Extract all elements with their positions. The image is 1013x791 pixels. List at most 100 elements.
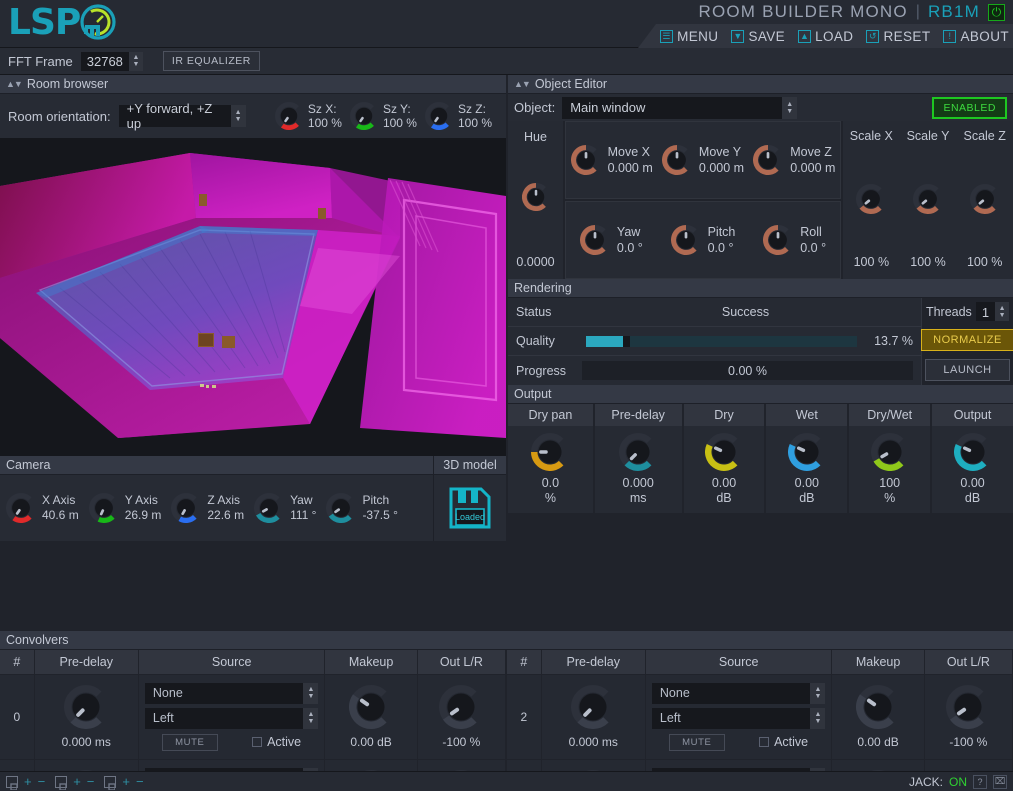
statusbar-remove-button[interactable]: −: [38, 775, 46, 788]
room-size-z: Sz Z:100 %: [425, 102, 498, 130]
fft-frame-stepper[interactable]: 32768 ▲▼: [81, 52, 143, 71]
rotate-pitch-knob[interactable]: [671, 225, 701, 255]
convolver-source-select[interactable]: None▲▼: [145, 683, 319, 704]
rotate-item-value: 0.0 °: [800, 240, 826, 256]
output-cell-pre-delay: Pre-delay 0.000ms: [595, 404, 682, 513]
scale-x-knob[interactable]: [856, 184, 886, 214]
convolver-outlr-value: -100 %: [949, 735, 987, 749]
convolver-source-cell: None▲▼Left▲▼MUTEActive: [645, 674, 832, 759]
model-body[interactable]: Loaded: [434, 475, 506, 541]
main-body: ▲▼ Room browser Room orientation: +Y for…: [0, 75, 1013, 791]
move-move-y-knob[interactable]: [662, 145, 692, 175]
floppy-disk-icon[interactable]: Loaded: [447, 485, 493, 531]
chevron-updown-icon[interactable]: ▲▼: [782, 97, 797, 119]
chevron-updown-icon[interactable]: ▲▼: [303, 708, 318, 729]
menu-item-menu[interactable]: ☰MENU: [660, 29, 718, 44]
convolver-source-value: None: [652, 683, 811, 704]
room-orientation-select[interactable]: +Y forward, +Z up ▲▼: [119, 105, 246, 127]
convolver-channel-select[interactable]: Left▲▼: [652, 708, 826, 729]
object-editor-header[interactable]: ▲▼ Object Editor: [508, 75, 1013, 94]
chevron-updown-icon[interactable]: ▲▼: [231, 105, 246, 127]
convolver-makeup-knob[interactable]: [349, 685, 393, 729]
scale-y-knob[interactable]: [913, 184, 943, 214]
convolver-channel-select[interactable]: Left▲▼: [145, 708, 319, 729]
enabled-toggle-button[interactable]: ENABLED: [932, 97, 1007, 119]
output-dry-pan-knob[interactable]: [531, 433, 569, 471]
output-wet-knob[interactable]: [788, 433, 826, 471]
menu-item-about[interactable]: !ABOUT: [943, 29, 1009, 44]
collapse-handle-icon[interactable]: ▲▼: [6, 80, 22, 89]
statusbar-remove-button[interactable]: −: [87, 775, 95, 788]
convolver-source-select[interactable]: None▲▼: [652, 683, 826, 704]
room-size-y-knob[interactable]: [350, 102, 378, 130]
menu-item-reset[interactable]: ↺RESET: [866, 29, 930, 44]
convolver-makeup-knob[interactable]: [856, 685, 900, 729]
statusbar-add-button[interactable]: +: [73, 775, 81, 788]
chevron-updown-icon[interactable]: ▲▼: [810, 708, 825, 729]
rendering-body: Status Success Quality 13.7 % Progress: [508, 298, 1013, 385]
menu-item-save[interactable]: ▼SAVE: [731, 29, 785, 44]
convolver-predelay-knob[interactable]: [64, 685, 108, 729]
ir-equalizer-button[interactable]: IR EQUALIZER: [163, 51, 260, 71]
convolver-active-checkbox[interactable]: Active: [252, 735, 301, 749]
room-3d-viewport[interactable]: [0, 138, 506, 456]
power-icon[interactable]: ⏻: [988, 4, 1005, 21]
add-window-icon[interactable]: [6, 776, 18, 788]
camera-yaw-knob[interactable]: [254, 493, 284, 523]
output-knob-wrap: 0.00dB: [788, 428, 826, 513]
convolver-predelay-knob[interactable]: [571, 685, 615, 729]
room-browser-header[interactable]: ▲▼ Room browser: [0, 75, 506, 94]
statusbar-add-button[interactable]: +: [24, 775, 32, 788]
convolver-mute-button[interactable]: MUTE: [669, 734, 724, 751]
move-move-z-knob[interactable]: [753, 145, 783, 175]
convolver-active-checkbox[interactable]: Active: [759, 735, 808, 749]
quality-bar[interactable]: [586, 336, 857, 347]
room-size-text: Sz Y:100 %: [383, 102, 417, 130]
add-panel-icon[interactable]: [55, 776, 67, 788]
scale-item-value: 100 %: [967, 255, 1002, 269]
progress-label: Progress: [516, 364, 578, 378]
camera-x-axis-knob[interactable]: [6, 493, 36, 523]
room-size-z-knob[interactable]: [425, 102, 453, 130]
camera-z-axis-knob[interactable]: [171, 493, 201, 523]
hue-knob[interactable]: [522, 198, 550, 215]
table-row[interactable]: 20.000 msNone▲▼Left▲▼MUTEActive0.00 dB-1…: [507, 674, 1013, 759]
output-dry-wet-knob[interactable]: [871, 433, 909, 471]
rotate-yaw-knob[interactable]: [580, 225, 610, 255]
move-move-x-knob[interactable]: [571, 145, 601, 175]
stepper-arrows-icon[interactable]: ▲▼: [129, 52, 143, 71]
output-output-knob[interactable]: [954, 433, 992, 471]
convolver-outlr-knob[interactable]: [439, 685, 483, 729]
output-dry-knob[interactable]: [705, 433, 743, 471]
output-pre-delay-knob[interactable]: [619, 433, 657, 471]
collapse-handle-icon[interactable]: ▲▼: [514, 80, 530, 89]
table-row[interactable]: 00.000 msNone▲▼Left▲▼MUTEActive0.00 dB-1…: [0, 674, 506, 759]
convolver-outlr-knob[interactable]: [946, 685, 990, 729]
camera-pitch-knob[interactable]: [326, 493, 356, 523]
rotate-item-text: Yaw0.0 °: [617, 224, 643, 256]
add-text-icon[interactable]: [104, 776, 116, 788]
launch-button[interactable]: LAUNCH: [925, 359, 1009, 381]
scale-z-knob[interactable]: [970, 184, 1000, 214]
object-select[interactable]: Main window ▲▼: [562, 97, 797, 119]
normalize-button[interactable]: NORMALIZE: [921, 329, 1013, 351]
statusbar-remove-button[interactable]: −: [136, 775, 144, 788]
resize-grip-icon[interactable]: ⌧: [993, 775, 1007, 789]
camera-y-axis-knob[interactable]: [89, 493, 119, 523]
output-cell-label: Pre-delay: [595, 404, 682, 426]
chevron-updown-icon[interactable]: ▲▼: [303, 683, 318, 704]
output-cell-value: 0.000ms: [623, 476, 654, 506]
convolver-mute-button[interactable]: MUTE: [162, 734, 217, 751]
room-size-x-knob[interactable]: [275, 102, 303, 130]
convolvers-title: Convolvers: [6, 633, 69, 647]
output-cell-label: Dry: [684, 404, 765, 426]
help-icon[interactable]: ?: [973, 775, 987, 789]
statusbar-add-button[interactable]: +: [122, 775, 130, 788]
menu-item-load[interactable]: ▲LOAD: [798, 29, 853, 44]
rotate-roll-knob[interactable]: [763, 225, 793, 255]
hue-knob[interactable]: [522, 183, 550, 216]
threads-stepper[interactable]: Threads 1 ▲▼: [926, 302, 1009, 321]
checkbox-icon: [759, 737, 769, 747]
stepper-arrows-icon[interactable]: ▲▼: [995, 302, 1009, 321]
chevron-updown-icon[interactable]: ▲▼: [810, 683, 825, 704]
